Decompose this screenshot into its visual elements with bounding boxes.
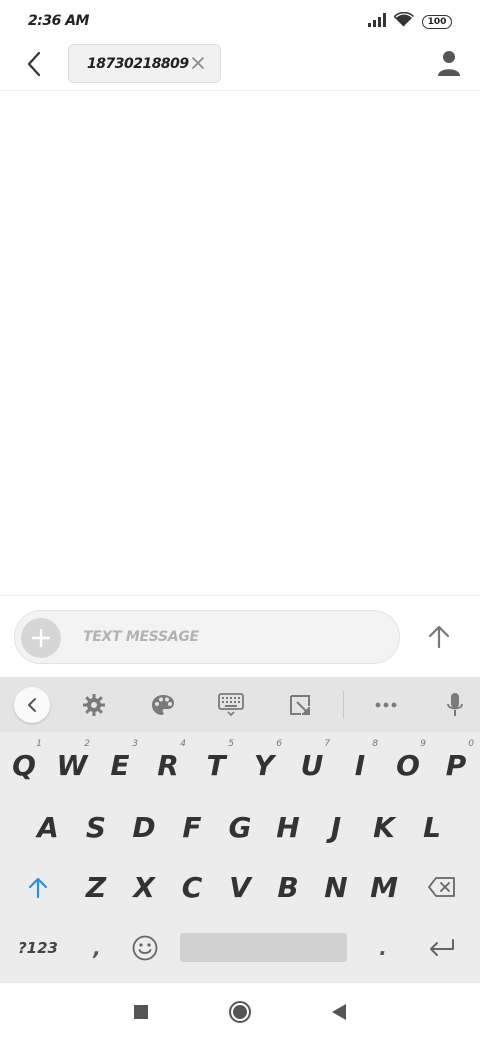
key-n[interactable]: N <box>312 857 360 917</box>
send-arrow-icon[interactable] <box>422 620 456 654</box>
key-y[interactable]: Y6 <box>240 735 288 795</box>
key-e[interactable]: E3 <box>96 735 144 795</box>
symbols-key[interactable]: ?123 <box>8 917 68 979</box>
status-bar: 2:36 AM 100 <box>0 0 480 44</box>
chevron-left-icon[interactable] <box>14 687 50 723</box>
status-icons: 100 <box>368 11 452 31</box>
keyboard-toolbar <box>0 677 480 732</box>
key-r[interactable]: R4 <box>144 735 192 795</box>
key-j[interactable]: J <box>312 797 360 857</box>
compose-bar: TEXT MESSAGE <box>0 595 480 677</box>
key-u[interactable]: U7 <box>288 735 336 795</box>
home-circle-icon[interactable] <box>227 999 253 1025</box>
key-x[interactable]: X <box>120 857 168 917</box>
shift-arrow-icon <box>28 877 48 898</box>
close-icon[interactable] <box>190 55 206 71</box>
recents-square-icon[interactable] <box>128 999 154 1025</box>
key-f[interactable]: F <box>168 797 216 857</box>
keyboard-icon[interactable] <box>214 688 248 722</box>
conversation-area[interactable] <box>0 92 480 595</box>
shift-key[interactable] <box>8 857 68 917</box>
key-c[interactable]: C <box>168 857 216 917</box>
key-q[interactable]: Q1 <box>0 735 48 795</box>
key-v[interactable]: V <box>216 857 264 917</box>
back-icon[interactable] <box>20 50 48 78</box>
key-z[interactable]: Z <box>72 857 120 917</box>
signal-icon <box>368 12 386 31</box>
back-triangle-icon[interactable] <box>326 999 352 1025</box>
key-w[interactable]: W2 <box>48 735 96 795</box>
contact-icon[interactable] <box>434 48 464 78</box>
key-d[interactable]: D <box>120 797 168 857</box>
conversation-header: 18730218809 <box>0 44 480 91</box>
key-o[interactable]: O9 <box>384 735 432 795</box>
key-s[interactable]: S <box>72 797 120 857</box>
emoji-key[interactable] <box>122 917 168 979</box>
microphone-icon[interactable] <box>438 688 472 722</box>
comma-key[interactable]: , <box>72 917 122 979</box>
enter-icon <box>430 939 454 956</box>
resize-icon[interactable] <box>283 688 317 722</box>
key-i[interactable]: I8 <box>336 735 384 795</box>
key-l[interactable]: L <box>408 797 456 857</box>
gear-icon[interactable] <box>77 688 111 722</box>
status-time: 2:36 AM <box>28 13 89 29</box>
key-b[interactable]: B <box>264 857 312 917</box>
plus-icon[interactable] <box>21 618 61 658</box>
wifi-icon <box>393 11 415 31</box>
key-a[interactable]: A <box>24 797 72 857</box>
key-m[interactable]: M <box>360 857 408 917</box>
key-g[interactable]: G <box>216 797 264 857</box>
navigation-bar <box>0 982 480 1040</box>
space-bar[interactable] <box>180 933 347 962</box>
backspace-key[interactable] <box>412 857 472 917</box>
battery-icon: 100 <box>422 14 452 29</box>
key-h[interactable]: H <box>264 797 312 857</box>
enter-key[interactable] <box>414 917 470 979</box>
key-k[interactable]: K <box>360 797 408 857</box>
backspace-icon <box>428 877 455 897</box>
toolbar-divider <box>343 691 344 719</box>
period-key[interactable]: . <box>358 917 408 979</box>
message-placeholder: TEXT MESSAGE <box>83 629 199 645</box>
more-icon[interactable] <box>369 688 403 722</box>
message-input[interactable]: TEXT MESSAGE <box>14 610 400 664</box>
keyboard: Q1 W2 E3 R4 T5 Y6 U7 I8 O9 P0 A S D F G … <box>0 677 480 982</box>
key-p[interactable]: P0 <box>432 735 480 795</box>
emoji-icon <box>132 935 158 961</box>
key-t[interactable]: T5 <box>192 735 240 795</box>
recipient-number: 18730218809 <box>87 55 189 72</box>
recipient-chip[interactable]: 18730218809 <box>68 44 221 83</box>
palette-icon[interactable] <box>146 688 180 722</box>
